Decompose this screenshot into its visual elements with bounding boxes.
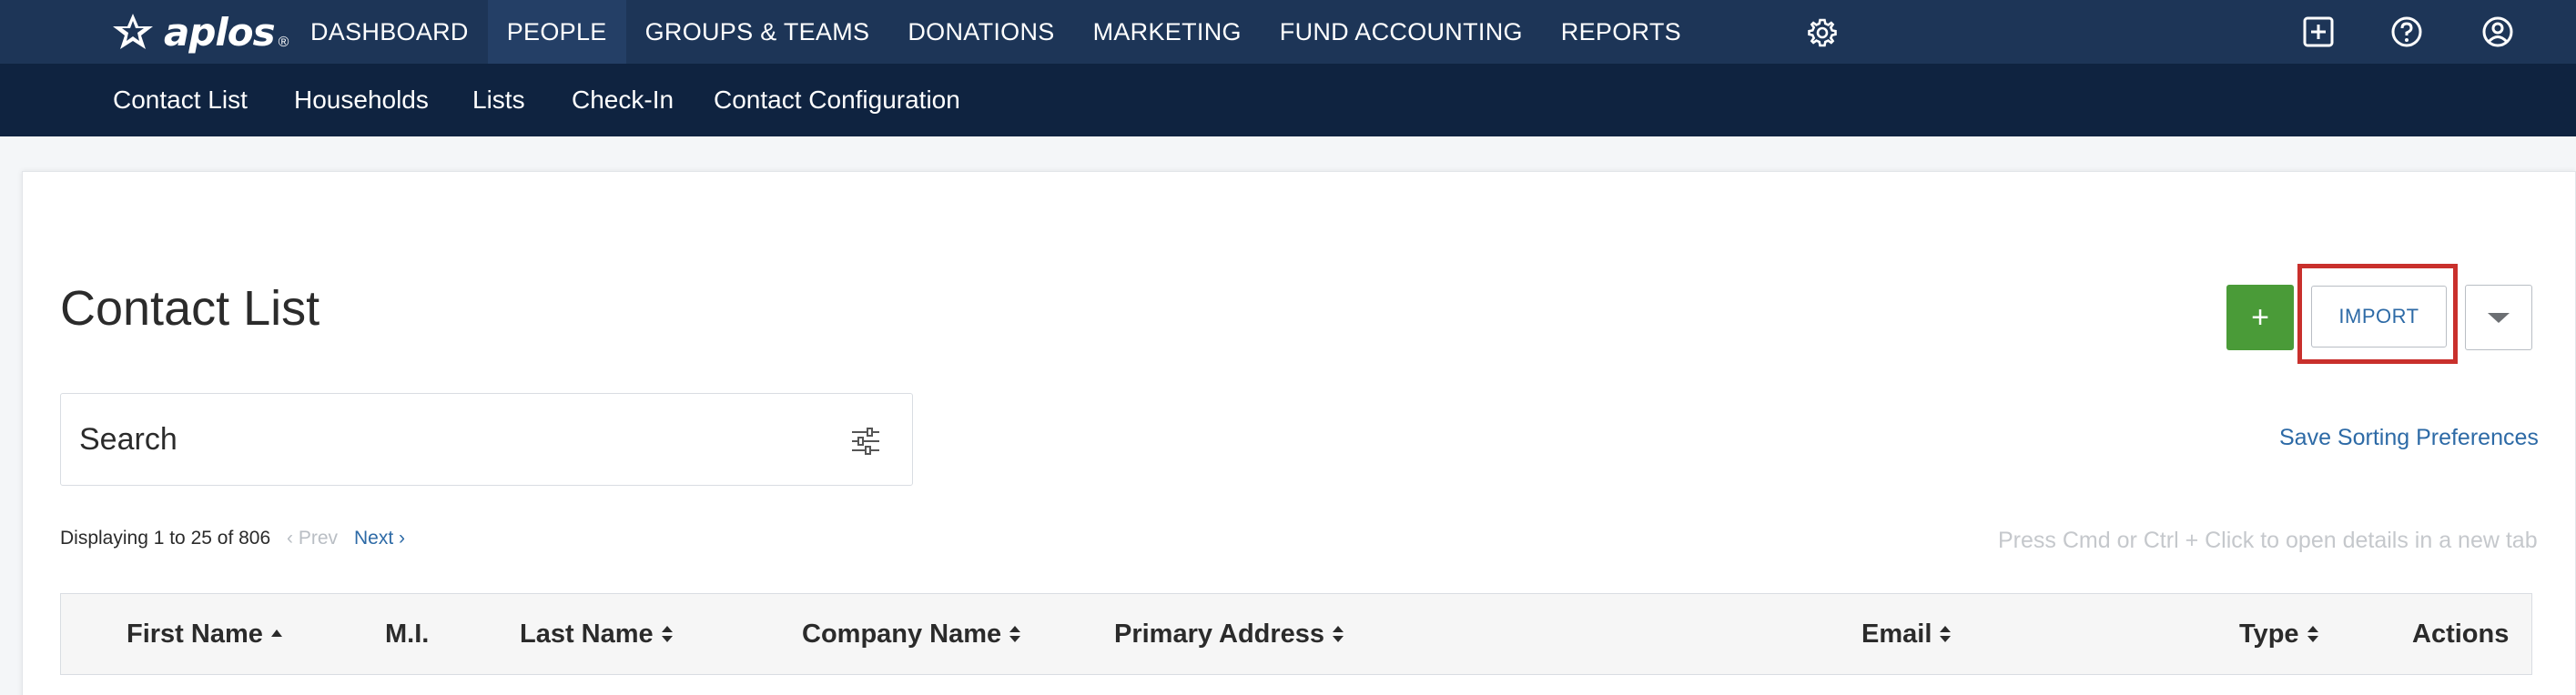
search-input[interactable]	[79, 394, 826, 485]
help-circle-icon[interactable]	[2390, 15, 2423, 48]
subnav-item-contact-configuration[interactable]: Contact Configuration	[714, 64, 960, 136]
nav-item-dashboard[interactable]: DASHBOARD	[291, 0, 488, 64]
pagination-prev-link[interactable]: ‹ Prev	[287, 528, 338, 549]
sort-both-icon	[2307, 626, 2318, 642]
subnav-item-households[interactable]: Households	[294, 64, 429, 136]
registered-mark: ®	[278, 35, 289, 50]
nav-item-people[interactable]: PEOPLE	[487, 0, 626, 64]
column-label: First Name	[127, 619, 263, 649]
import-button[interactable]: IMPORT	[2311, 286, 2447, 348]
open-in-new-tab-hint: Press Cmd or Ctrl + Click to open detail…	[1998, 528, 2538, 553]
save-sorting-preferences-link[interactable]: Save Sorting Preferences	[2279, 425, 2539, 451]
sort-ascending-icon	[270, 630, 282, 637]
page-title: Contact List	[60, 281, 320, 336]
sort-both-icon	[661, 626, 673, 642]
column-label: Actions	[2412, 619, 2510, 649]
column-header-actions: Actions	[2412, 594, 2509, 674]
nav-item-donations[interactable]: DONATIONS	[888, 0, 1073, 64]
column-header-last-name[interactable]: Last Name	[520, 594, 674, 674]
aplos-star-icon	[113, 14, 153, 49]
pagination-summary: Displaying 1 to 25 of 806	[60, 528, 271, 549]
column-label: Type	[2239, 619, 2299, 649]
add-contact-button[interactable]: +	[2226, 285, 2294, 350]
subnav-item-check-in[interactable]: Check-In	[572, 64, 674, 136]
more-actions-dropdown-button[interactable]	[2465, 285, 2532, 350]
nav-item-reports[interactable]: REPORTS	[1542, 0, 1700, 64]
sub-nav: Contact List Households Lists Check-In C…	[0, 64, 2576, 136]
column-label: M.I.	[385, 619, 430, 649]
column-header-primary-address[interactable]: Primary Address	[1114, 594, 1344, 674]
nav-item-groups-teams[interactable]: GROUPS & TEAMS	[626, 0, 889, 64]
caret-down-icon	[2488, 312, 2510, 323]
pagination-next-link[interactable]: Next ›	[354, 528, 405, 549]
search-box	[60, 393, 913, 486]
column-label: Company Name	[802, 619, 1002, 649]
column-label: Email	[1861, 619, 1932, 649]
filter-sliders-icon[interactable]	[849, 425, 882, 458]
column-header-email[interactable]: Email	[1861, 594, 1952, 674]
add-square-icon[interactable]	[2302, 15, 2335, 48]
user-circle-icon[interactable]	[2481, 15, 2514, 48]
sort-both-icon	[1009, 626, 1021, 642]
top-nav: aplos ® DASHBOARD PEOPLE GROUPS & TEAMS …	[0, 0, 2576, 64]
nav-item-marketing[interactable]: MARKETING	[1074, 0, 1261, 64]
nav-item-fund-accounting[interactable]: FUND ACCOUNTING	[1261, 0, 1542, 64]
column-header-company-name[interactable]: Company Name	[802, 594, 1021, 674]
column-header-mi[interactable]: M.I.	[385, 594, 429, 674]
gear-icon[interactable]	[1807, 17, 1838, 48]
column-label: Primary Address	[1114, 619, 1325, 649]
main-nav: DASHBOARD PEOPLE GROUPS & TEAMS DONATION…	[291, 0, 1700, 64]
sort-both-icon	[1940, 626, 1952, 642]
column-header-type[interactable]: Type	[2239, 594, 2319, 674]
aplos-logo[interactable]: aplos ®	[109, 9, 289, 55]
column-label: Last Name	[520, 619, 654, 649]
logo-text: aplos	[164, 9, 276, 55]
subnav-item-contact-list[interactable]: Contact List	[113, 64, 248, 136]
sort-both-icon	[1333, 626, 1344, 642]
column-header-first-name[interactable]: First Name	[127, 594, 283, 674]
table-header: First Name M.I. Last Name Company Name P…	[60, 593, 2532, 675]
subnav-item-lists[interactable]: Lists	[472, 64, 525, 136]
